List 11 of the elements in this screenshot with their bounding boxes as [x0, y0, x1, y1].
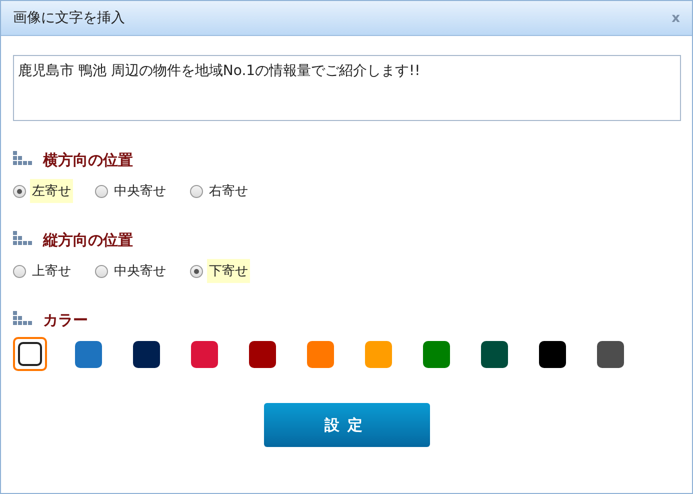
section-heading: カラー	[43, 310, 88, 330]
window-title: 画像に文字を挿入	[13, 9, 125, 27]
radio-option[interactable]: 中央寄せ	[95, 259, 168, 283]
radio-option[interactable]: 右寄せ	[190, 179, 250, 203]
radio-option[interactable]: 中央寄せ	[95, 179, 168, 203]
radio-option[interactable]: 上寄せ	[13, 259, 73, 283]
section-heading: 縦方向の位置	[43, 230, 133, 250]
color-swatch[interactable]	[13, 337, 47, 371]
set-button[interactable]: 設定	[264, 403, 430, 447]
section-heading: 横方向の位置	[43, 150, 133, 170]
text-field[interactable]: 鹿児島市 鴨池 周辺の物件を地域No.1の情報量でご紹介します!!	[13, 55, 681, 121]
